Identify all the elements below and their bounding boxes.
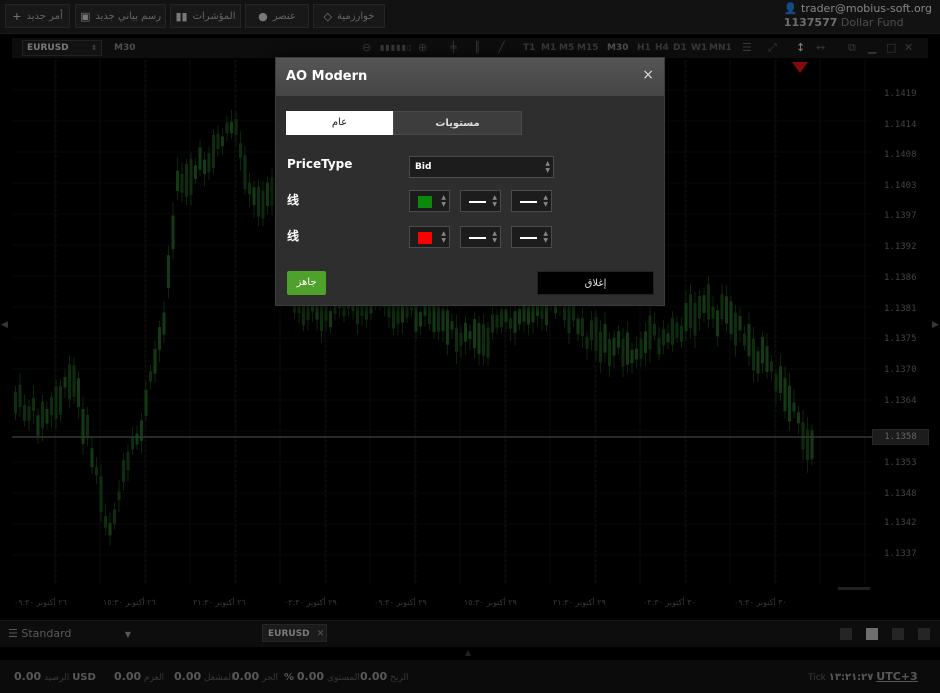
price-type-label: PriceType — [287, 157, 353, 171]
price-type-value: Bid — [415, 162, 432, 172]
line2-color-picker[interactable]: ▲ ▼ — [409, 226, 450, 248]
dialog-header: AO Modern × — [276, 58, 664, 96]
line1-width-select[interactable]: ▲ ▼ — [460, 190, 501, 212]
price-type-select[interactable]: Bid ▲ ▼ — [409, 156, 554, 178]
updown-icon: ▲ ▼ — [441, 230, 446, 244]
updown-icon: ▲ ▼ — [543, 230, 548, 244]
line-width-icon — [469, 201, 486, 203]
line1-label: 线 — [287, 193, 300, 207]
line-style-icon — [520, 201, 537, 203]
line1-color-picker[interactable]: ▲ ▼ — [409, 190, 450, 212]
close-icon[interactable]: × — [642, 67, 654, 83]
line2-style-select[interactable]: ▲ ▼ — [511, 226, 552, 248]
ok-button[interactable]: جاهز — [287, 271, 326, 295]
line2-label: 线 — [287, 229, 300, 243]
line1-style-select[interactable]: ▲ ▼ — [511, 190, 552, 212]
line-style-icon — [520, 237, 537, 239]
close-button[interactable]: إغلاق — [537, 271, 654, 295]
line2-width-select[interactable]: ▲ ▼ — [460, 226, 501, 248]
line1-color-swatch — [418, 196, 432, 208]
indicator-settings-dialog: AO Modern × عام مستويات PriceType Bid ▲ ▼… — [275, 57, 665, 306]
tab-levels[interactable]: مستويات — [393, 111, 522, 135]
line-width-icon — [469, 237, 486, 239]
dialog-title: AO Modern — [286, 69, 368, 84]
updown-icon: ▲ ▼ — [441, 194, 446, 208]
tab-general[interactable]: عام — [286, 111, 393, 135]
updown-icon: ▲ ▼ — [543, 194, 548, 208]
updown-icon: ▲ ▼ — [545, 160, 550, 174]
updown-icon: ▲ ▼ — [492, 230, 497, 244]
line2-color-swatch — [418, 232, 432, 244]
updown-icon: ▲ ▼ — [492, 194, 497, 208]
